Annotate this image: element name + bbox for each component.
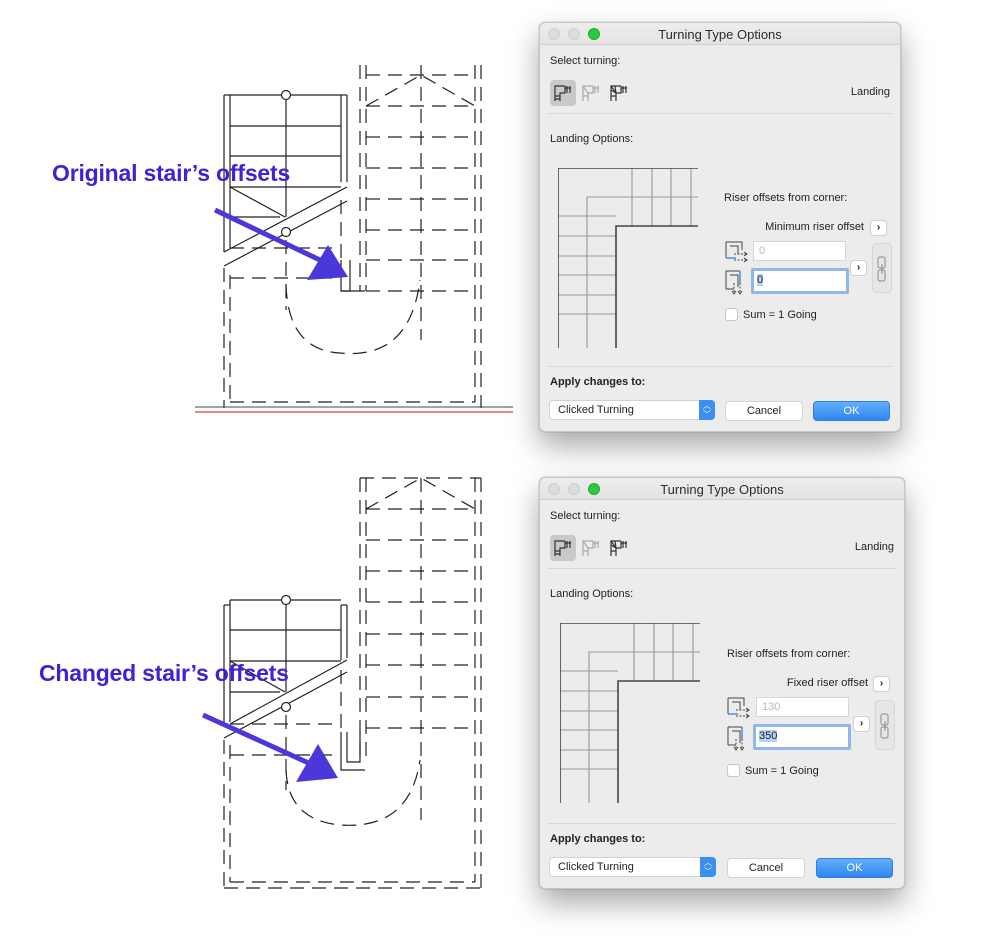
original-offsets-annotation: Original stair’s offsets	[52, 160, 291, 186]
apply-changes-select[interactable]: Clicked Turning ︿ ﹀	[549, 857, 716, 877]
ok-button[interactable]: OK	[813, 401, 890, 421]
landing-turning-button[interactable]	[550, 535, 576, 561]
second-riser-offset-icon	[725, 270, 743, 295]
riser-offsets-label: Riser offsets from corner:	[727, 648, 851, 660]
changed-offsets-annotation: Changed stair’s offsets	[39, 660, 289, 686]
second-riser-offset-value: 0	[757, 274, 764, 286]
link-offsets-button[interactable]	[875, 700, 895, 750]
separator	[548, 823, 896, 824]
winder-turning-button[interactable]	[578, 80, 604, 106]
landing-turning-icon	[554, 85, 571, 101]
turning-type-value: Landing	[854, 541, 894, 553]
apply-changes-label: Apply changes to:	[550, 376, 646, 388]
offset-mode-label: Minimum riser offset	[765, 221, 864, 233]
separator	[548, 113, 892, 114]
spiral-winder-turning-icon	[610, 540, 627, 556]
separator	[548, 568, 896, 569]
spiral-winder-turning-button[interactable]	[606, 535, 632, 561]
sum-one-going-checkbox[interactable]	[725, 308, 738, 321]
second-riser-offset-value: 350	[759, 730, 778, 742]
sum-one-going-label: Sum = 1 Going	[743, 309, 817, 321]
select-arrows-icon: ︿ ﹀	[700, 857, 716, 877]
winder-turning-icon	[582, 85, 599, 101]
second-riser-offset-icon	[727, 726, 745, 751]
spiral-winder-turning-icon	[610, 85, 627, 101]
spiral-winder-turning-button[interactable]	[606, 80, 632, 106]
apply-changes-select[interactable]: Clicked Turning ︿ ﹀	[549, 400, 715, 420]
select-arrows-icon: ︿ ﹀	[699, 400, 715, 420]
landing-options-label: Landing Options:	[550, 133, 634, 145]
landing-options-label: Landing Options:	[550, 588, 634, 600]
landing-preview-diagram	[560, 623, 700, 803]
second-riser-offset-input[interactable]: 350	[753, 724, 851, 750]
winder-turning-button[interactable]	[578, 535, 604, 561]
turning-type-value: Landing	[850, 86, 890, 98]
first-riser-offset-input[interactable]: 0	[753, 241, 846, 261]
landing-preview-diagram	[558, 168, 698, 348]
riser-offsets-label: Riser offsets from corner:	[724, 192, 848, 204]
first-riser-offset-icon	[727, 697, 750, 719]
landing-turning-icon	[554, 540, 571, 556]
ok-button[interactable]: OK	[816, 858, 893, 878]
turning-type-options-dialog-changed: Turning Type Options Select turning: Lan…	[539, 477, 905, 889]
first-riser-offset-icon	[725, 241, 748, 263]
chain-link-icon	[880, 713, 889, 739]
select-turning-label: Select turning:	[550, 510, 621, 522]
changed-offsets-arrow-icon	[201, 712, 338, 782]
second-riser-offset-input[interactable]: 0	[751, 268, 849, 294]
dialog-title: Turning Type Options	[660, 482, 784, 497]
turning-type-options-dialog-original: Turning Type Options Select turning: Lan…	[539, 22, 901, 432]
cancel-button[interactable]: Cancel	[725, 401, 803, 421]
title-bar[interactable]: Turning Type Options	[540, 23, 900, 45]
separator	[548, 366, 892, 367]
original-offsets-arrow-icon	[213, 207, 348, 280]
title-bar[interactable]: Turning Type Options	[540, 478, 904, 500]
offset-mode-label: Fixed riser offset	[786, 677, 868, 689]
dialog-title: Turning Type Options	[658, 27, 782, 42]
select-turning-label: Select turning:	[550, 55, 621, 67]
cancel-button[interactable]: Cancel	[727, 858, 805, 878]
sum-one-going-checkbox[interactable]	[727, 764, 740, 777]
swap-offsets-button[interactable]: ›	[854, 717, 869, 731]
chain-link-icon	[877, 256, 886, 282]
swap-offsets-button[interactable]: ›	[851, 261, 866, 275]
sum-one-going-label: Sum = 1 Going	[745, 765, 819, 777]
landing-turning-button[interactable]	[550, 80, 576, 106]
apply-changes-label: Apply changes to:	[550, 833, 646, 845]
offset-mode-menu-button[interactable]: ›	[871, 221, 886, 235]
link-offsets-button[interactable]	[872, 243, 892, 293]
apply-changes-select-value: Clicked Turning	[558, 861, 634, 873]
offset-mode-menu-button[interactable]: ›	[874, 677, 889, 691]
apply-changes-select-value: Clicked Turning	[558, 404, 634, 416]
first-riser-offset-input[interactable]: 130	[756, 697, 849, 717]
winder-turning-icon	[582, 540, 599, 556]
